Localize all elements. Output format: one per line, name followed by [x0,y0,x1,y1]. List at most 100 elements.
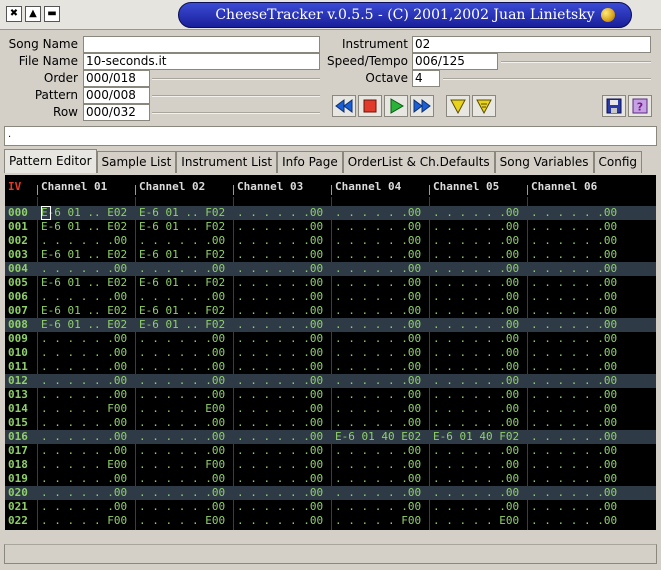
pattern-cell[interactable]: E-6 01 40 F02 [433,430,529,444]
pattern-cell[interactable]: . . . . . .00 [237,500,333,514]
pattern-cell[interactable]: . . . . . .00 [531,248,627,262]
pattern-cell[interactable]: . . . . . .00 [433,374,529,388]
pattern-cell[interactable]: . . . . . .00 [335,234,431,248]
pattern-cell[interactable]: . . . . . .00 [41,262,137,276]
pattern-cell[interactable]: . . . . . .00 [237,374,333,388]
pattern-cell[interactable]: . . . . . .00 [335,402,431,416]
pattern-cell[interactable]: . . . . . .00 [531,514,627,528]
pattern-cell[interactable]: E-6 01 .. F02 [139,304,235,318]
pattern-cell[interactable]: . . . . . .00 [433,304,529,318]
pattern-cell[interactable]: . . . . . .00 [139,360,235,374]
pattern-cell[interactable]: . . . . . .00 [531,500,627,514]
pattern-cell[interactable]: . . . . . .00 [139,388,235,402]
pattern-cell[interactable]: . . . . . .00 [335,206,431,220]
pattern-cell[interactable]: . . . . . .00 [531,234,627,248]
play-pattern-button[interactable] [446,95,470,117]
pattern-cell[interactable]: . . . . . .00 [433,290,529,304]
pattern-cell[interactable]: . . . . . .00 [237,206,333,220]
pattern-cell[interactable]: . . . . . .00 [531,388,627,402]
pattern-cell[interactable]: . . . . . .00 [335,332,431,346]
pattern-cell[interactable]: . . . . . .00 [41,486,137,500]
save-button[interactable] [602,95,626,117]
pattern-cell[interactable]: . . . . . .00 [237,234,333,248]
pattern-cell[interactable]: . . . . . .00 [237,220,333,234]
pattern-cell[interactable]: . . . . . .00 [139,486,235,500]
pattern-cell[interactable]: . . . . . .00 [237,416,333,430]
pattern-cell[interactable]: . . . . . .00 [139,262,235,276]
stop-button[interactable] [358,95,382,117]
pattern-cell[interactable]: . . . . . F00 [335,514,431,528]
pattern-cell[interactable]: . . . . . .00 [335,472,431,486]
tab-info-page[interactable]: Info Page [277,151,343,173]
pattern-cell[interactable]: . . . . . .00 [531,416,627,430]
pattern-cell[interactable]: . . . . . .00 [433,416,529,430]
pattern-cell[interactable]: . . . . . .00 [433,248,529,262]
pattern-cell[interactable]: E-6 01 .. F02 [139,276,235,290]
pattern-cell[interactable]: . . . . . .00 [139,332,235,346]
pattern-cell[interactable]: . . . . . .00 [335,416,431,430]
pattern-cell[interactable]: . . . . . .00 [41,416,137,430]
pattern-cell[interactable]: . . . . . .00 [531,374,627,388]
song-name-field[interactable] [83,36,320,53]
pattern-cell[interactable]: . . . . . .00 [237,486,333,500]
channel-header[interactable]: Channel 04 [335,180,401,193]
tab-song-variables[interactable]: Song Variables [494,151,594,173]
pattern-cell[interactable]: . . . . . .00 [41,332,137,346]
pattern-cell[interactable]: . . . . . .00 [41,388,137,402]
rewind-button[interactable] [332,95,356,117]
pattern-cell[interactable]: . . . . . .00 [139,472,235,486]
pattern-cell[interactable]: . . . . . .00 [41,290,137,304]
pattern-cell[interactable]: E-6 01 .. F02 [139,248,235,262]
channel-header[interactable]: Channel 06 [531,180,597,193]
pattern-cell[interactable]: . . . . . E00 [433,514,529,528]
pattern-cell[interactable]: E-6 01 .. E02 [41,318,137,332]
pattern-cell[interactable]: . . . . . .00 [531,360,627,374]
tab-orderlist-ch-defaults[interactable]: OrderList & Ch.Defaults [342,151,495,173]
pattern-field[interactable]: 000/008 [83,87,150,104]
pattern-cell[interactable]: . . . . . .00 [531,472,627,486]
fast-forward-button[interactable] [410,95,434,117]
pattern-cell[interactable]: . . . . . .00 [237,346,333,360]
octave-field[interactable]: 4 [412,70,440,87]
pattern-cell[interactable]: . . . . . .00 [433,500,529,514]
pattern-cell[interactable]: . . . . . .00 [41,472,137,486]
pattern-cell[interactable]: . . . . . .00 [139,416,235,430]
pattern-cell[interactable]: . . . . . .00 [139,234,235,248]
pattern-cell[interactable]: E-6 01 .. F02 [139,206,235,220]
pattern-cell[interactable]: . . . . . .00 [41,360,137,374]
pattern-cell[interactable]: . . . . . .00 [237,430,333,444]
play-from-cursor-button[interactable] [472,95,496,117]
pattern-cell[interactable]: . . . . . .00 [531,220,627,234]
pattern-cell[interactable]: . . . . . .00 [335,276,431,290]
pattern-cell[interactable]: . . . . . .00 [139,374,235,388]
pattern-cell[interactable]: . . . . . .00 [139,346,235,360]
pattern-cell[interactable]: . . . . . .00 [433,276,529,290]
pattern-cell[interactable]: . . . . . .00 [41,346,137,360]
pattern-cell[interactable]: . . . . . .00 [237,360,333,374]
pattern-cell[interactable]: . . . . . .00 [41,444,137,458]
pattern-cell[interactable]: E-6 01 40 E02 [335,430,431,444]
tab-pattern-editor[interactable]: Pattern Editor [4,149,97,173]
pattern-cell[interactable]: . . . . . .00 [531,332,627,346]
pattern-cell[interactable]: E-6 01 .. E02 [41,220,137,234]
pattern-cell[interactable]: . . . . . E00 [41,458,137,472]
pattern-cell[interactable]: . . . . . .00 [433,318,529,332]
pattern-cell[interactable]: . . . . . .00 [41,374,137,388]
pattern-cell[interactable]: . . . . . .00 [531,304,627,318]
channel-header[interactable]: Channel 03 [237,180,303,193]
pattern-cell[interactable]: . . . . . .00 [531,402,627,416]
pattern-cell[interactable]: . . . . . .00 [139,500,235,514]
pattern-cell[interactable]: . . . . . F00 [139,458,235,472]
channel-header[interactable]: Channel 02 [139,180,205,193]
pattern-cell[interactable]: . . . . . F00 [41,402,137,416]
pattern-cell[interactable]: . . . . . .00 [41,234,137,248]
pattern-cell[interactable]: . . . . . .00 [531,430,627,444]
file-name-field[interactable]: 10-seconds.it [83,53,320,70]
pattern-cell[interactable]: . . . . . .00 [335,388,431,402]
pattern-cell[interactable]: . . . . . .00 [335,444,431,458]
pattern-cell[interactable]: . . . . . .00 [433,220,529,234]
pattern-cell[interactable]: . . . . . .00 [41,500,137,514]
pattern-cell[interactable]: . . . . . .00 [433,360,529,374]
pattern-cell[interactable]: . . . . . .00 [335,262,431,276]
pattern-cell[interactable]: . . . . . .00 [433,332,529,346]
